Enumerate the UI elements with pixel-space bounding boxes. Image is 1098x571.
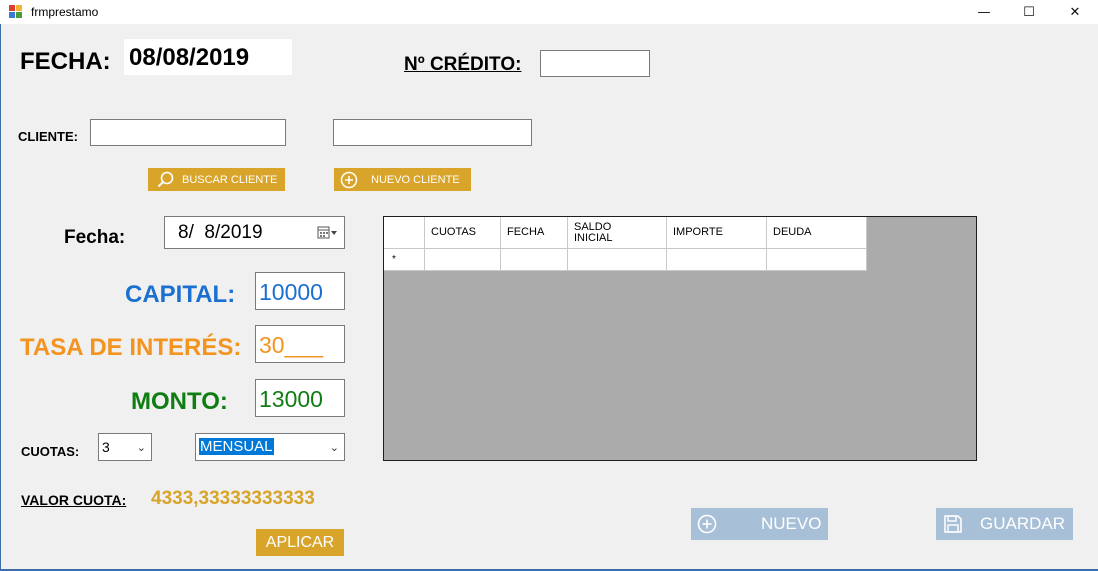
- guardar-button[interactable]: GUARDAR: [936, 508, 1073, 540]
- add-circle-icon: [340, 171, 358, 188]
- new-row-marker-icon: *: [392, 254, 396, 265]
- grid-col-cuotas[interactable]: CUOTAS: [425, 217, 501, 249]
- calendar-dropdown-icon[interactable]: [317, 226, 339, 240]
- grid-cell[interactable]: [568, 249, 667, 271]
- window-border-left: [0, 24, 1, 571]
- capital-label: CAPITAL:: [125, 281, 236, 308]
- grid-col-saldo-inicial[interactable]: SALDO INICIAL: [568, 217, 667, 249]
- buscar-cliente-label: BUSCAR CLIENTE: [182, 173, 278, 186]
- grid-cell[interactable]: [501, 249, 568, 271]
- chevron-down-icon: ⌄: [136, 442, 146, 454]
- fecha-datepicker[interactable]: 8/ 8/2019: [164, 216, 345, 249]
- guardar-label: GUARDAR: [980, 514, 1066, 533]
- close-icon: ✕: [1069, 4, 1081, 20]
- maximize-icon: ☐: [1023, 4, 1035, 20]
- grid-row-header-corner: [384, 217, 425, 249]
- nuevo-button[interactable]: NUEVO: [691, 508, 828, 540]
- monto-input[interactable]: 13000: [255, 379, 345, 417]
- fecha-label: Fecha:: [64, 227, 126, 248]
- grid-col-importe[interactable]: IMPORTE: [667, 217, 767, 249]
- tasa-label: TASA DE INTERÉS:: [20, 334, 242, 361]
- valor-cuota-label: VALOR CUOTA:: [21, 492, 127, 508]
- minimize-button[interactable]: —: [961, 0, 1007, 24]
- cliente-label: CLIENTE:: [18, 129, 78, 144]
- capital-input[interactable]: 10000: [255, 272, 345, 310]
- nuevo-cliente-label: NUEVO CLIENTE: [371, 173, 460, 186]
- app-icon: [9, 5, 22, 18]
- search-icon: [157, 171, 174, 188]
- minimize-icon: —: [977, 4, 991, 20]
- maximize-button[interactable]: ☐: [1006, 0, 1052, 24]
- grid-new-row-header[interactable]: *: [384, 249, 425, 271]
- cuotas-grid[interactable]: CUOTAS FECHA SALDO INICIAL IMPORTE DEUDA…: [383, 216, 977, 461]
- cuotas-label: CUOTAS:: [21, 444, 80, 459]
- window-title: frmprestamo: [31, 5, 99, 19]
- main-window: frmprestamo — ☐ ✕ FECHA: 08/08/2019 Nº C…: [0, 0, 1098, 571]
- grid-cell[interactable]: [425, 249, 501, 271]
- aplicar-button[interactable]: APLICAR: [256, 529, 344, 556]
- nuevo-cliente-button[interactable]: NUEVO CLIENTE: [334, 168, 471, 191]
- fecha-header-label: FECHA:: [20, 48, 111, 75]
- chevron-down-icon: ⌄: [329, 442, 339, 454]
- cliente-id-input[interactable]: [90, 119, 286, 146]
- periodo-select[interactable]: MENSUAL ⌄: [195, 433, 345, 461]
- credito-label: Nº CRÉDITO:: [404, 54, 522, 75]
- save-icon: [944, 515, 962, 533]
- periodo-value: MENSUAL: [199, 438, 274, 455]
- tasa-value: 30___: [259, 332, 323, 358]
- grid-col-fecha[interactable]: FECHA: [501, 217, 568, 249]
- fecha-header-box: 08/08/2019: [124, 39, 292, 75]
- fecha-value: 8/ 8/2019: [178, 222, 263, 243]
- cuotas-value: 3: [102, 439, 110, 455]
- grid-cell[interactable]: [767, 249, 867, 271]
- grid-col-deuda[interactable]: DEUDA: [767, 217, 867, 249]
- credito-input[interactable]: [540, 50, 650, 77]
- monto-value: 13000: [259, 386, 323, 412]
- fecha-header-value: 08/08/2019: [129, 44, 250, 71]
- cliente-name-input[interactable]: [333, 119, 532, 146]
- cuotas-select[interactable]: 3 ⌄: [98, 433, 152, 461]
- buscar-cliente-button[interactable]: BUSCAR CLIENTE: [148, 168, 285, 191]
- nuevo-label: NUEVO: [761, 514, 822, 533]
- title-bar: frmprestamo — ☐ ✕: [0, 0, 1098, 24]
- capital-value: 10000: [259, 279, 323, 305]
- monto-label: MONTO:: [131, 388, 228, 415]
- tasa-input[interactable]: 30___: [255, 325, 345, 363]
- close-button[interactable]: ✕: [1052, 0, 1098, 24]
- valor-cuota-value: 4333,33333333333: [151, 488, 315, 509]
- grid-cell[interactable]: [667, 249, 767, 271]
- add-circle-icon: [697, 514, 717, 534]
- aplicar-label: APLICAR: [265, 533, 335, 551]
